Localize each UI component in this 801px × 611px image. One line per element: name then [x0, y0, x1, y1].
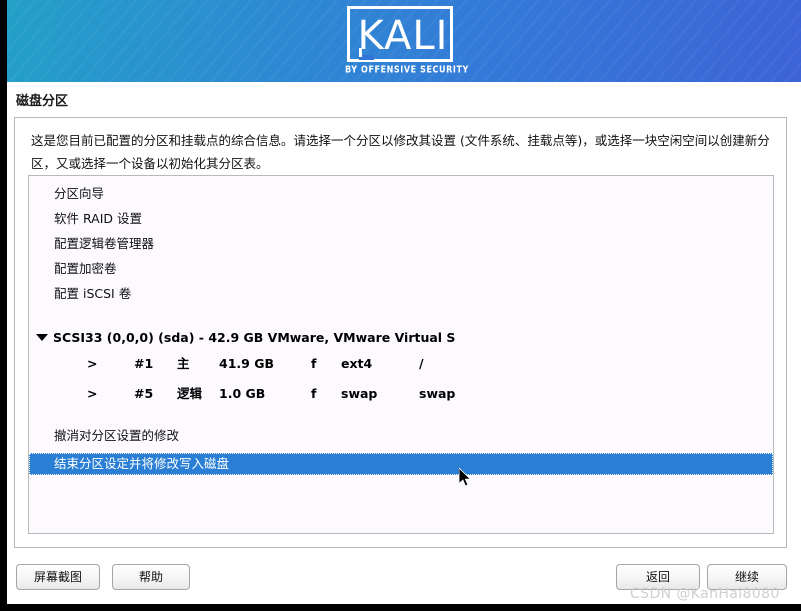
partition-mountpoint: swap — [419, 382, 455, 406]
partition-type: 逻辑 — [177, 382, 202, 406]
partition-row[interactable]: > #1 主 41.9 GB f ext4 / — [29, 352, 773, 376]
kali-logo-notch-stem — [359, 48, 362, 57]
window-bottom-black-edge — [0, 604, 801, 611]
disk-device-label: SCSI33 (0,0,0) (sda) - 42.9 GB VMware, V… — [53, 326, 455, 350]
list-item-undo-changes[interactable]: 撤消对分区设置的修改 — [29, 423, 773, 448]
partition-type: 主 — [177, 352, 190, 376]
partition-row[interactable]: > #5 逻辑 1.0 GB f swap swap — [29, 382, 773, 406]
kali-logo-text: KALI — [350, 13, 456, 59]
partition-number: #5 — [134, 382, 153, 406]
list-item-label: 配置 iSCSI 卷 — [29, 286, 131, 301]
list-item-label: 软件 RAID 设置 — [29, 211, 142, 226]
disk-device-row[interactable]: SCSI33 (0,0,0) (sda) - 42.9 GB VMware, V… — [29, 326, 773, 350]
partitioning-panel: 这是您目前已配置的分区和挂载点的综合信息。请选择一个分区以修改其设置 (文件系统… — [14, 117, 787, 548]
csdn-watermark: CSDN @KanHai8080 — [630, 586, 780, 602]
kali-logo-frame: KALI — [347, 6, 453, 62]
list-item-label: 分区向导 — [29, 186, 104, 201]
chevron-down-icon[interactable] — [36, 334, 48, 341]
banner-left-black-edge — [0, 0, 7, 82]
partition-arrow-icon: > — [87, 382, 97, 406]
partition-flag: f — [311, 352, 316, 376]
mouse-cursor — [459, 468, 473, 488]
partition-mountpoint: / — [419, 352, 424, 376]
partition-flag: f — [311, 382, 316, 406]
help-button[interactable]: 帮助 — [112, 564, 190, 590]
list-item-encrypted-volumes[interactable]: 配置加密卷 — [29, 256, 773, 281]
list-item-label: 配置加密卷 — [29, 261, 117, 276]
page-title: 磁盘分区 — [16, 90, 68, 109]
partition-size: 1.0 GB — [219, 382, 265, 406]
partition-arrow-icon: > — [87, 352, 97, 376]
list-item-finish-partitioning[interactable]: 结束分区设定并将修改写入磁盘 — [29, 453, 773, 475]
partition-filesystem: swap — [341, 382, 377, 406]
list-item-label: 配置逻辑卷管理器 — [29, 236, 154, 251]
intro-description: 这是您目前已配置的分区和挂载点的综合信息。请选择一个分区以修改其设置 (文件系统… — [31, 129, 773, 175]
partition-list-box[interactable]: 分区向导 软件 RAID 设置 配置逻辑卷管理器 配置加密卷 配置 iSCSI … — [28, 175, 774, 534]
partition-number: #1 — [134, 352, 153, 376]
partition-size: 41.9 GB — [219, 352, 274, 376]
window-left-black-edge — [0, 82, 7, 611]
list-item-software-raid[interactable]: 软件 RAID 设置 — [29, 206, 773, 231]
list-item-label: 结束分区设定并将修改写入磁盘 — [30, 456, 229, 471]
list-item-guided-partitioning[interactable]: 分区向导 — [29, 181, 773, 206]
kali-logo-tagline: BY OFFENSIVE SECURITY — [345, 64, 457, 76]
kali-header-banner: KALI BY OFFENSIVE SECURITY — [0, 0, 801, 82]
partition-filesystem: ext4 — [341, 352, 372, 376]
list-item-label: 撤消对分区设置的修改 — [29, 428, 179, 443]
list-item-iscsi-volumes[interactable]: 配置 iSCSI 卷 — [29, 281, 773, 306]
kali-logo: KALI BY OFFENSIVE SECURITY — [347, 6, 459, 76]
list-item-lvm-config[interactable]: 配置逻辑卷管理器 — [29, 231, 773, 256]
screenshot-button[interactable]: 屏幕截图 — [16, 564, 100, 590]
